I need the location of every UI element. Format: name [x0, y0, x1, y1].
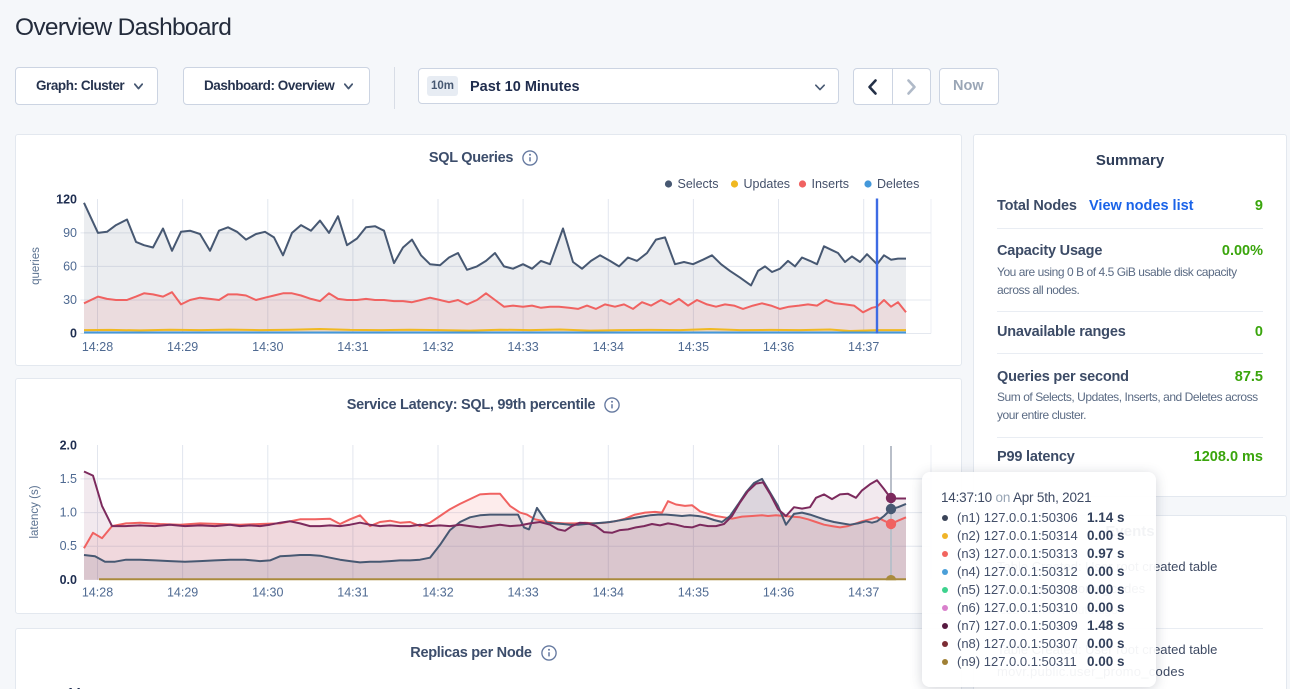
- svg-text:0.0: 0.0: [60, 573, 77, 587]
- svg-text:14:29: 14:29: [167, 340, 198, 354]
- svg-text:Deletes: Deletes: [877, 177, 919, 191]
- svg-text:latency (s): latency (s): [29, 485, 41, 538]
- svg-text:14:28: 14:28: [82, 340, 113, 354]
- svg-text:14:33: 14:33: [507, 340, 538, 354]
- svg-text:14:35: 14:35: [678, 586, 709, 600]
- svg-text:14:28: 14:28: [82, 586, 113, 600]
- svg-text:0: 0: [70, 327, 77, 341]
- svg-text:14:31: 14:31: [337, 586, 368, 600]
- svg-text:14:29: 14:29: [167, 586, 198, 600]
- svg-text:14:35: 14:35: [678, 340, 709, 354]
- svg-text:14:32: 14:32: [422, 586, 453, 600]
- svg-text:2.0: 2.0: [60, 438, 77, 452]
- svg-text:60: 60: [63, 259, 77, 273]
- svg-text:14:34: 14:34: [593, 586, 624, 600]
- svg-text:Updates: Updates: [744, 177, 791, 191]
- svg-text:14:36: 14:36: [763, 340, 794, 354]
- svg-text:14:37: 14:37: [848, 586, 879, 600]
- svg-text:queries: queries: [30, 247, 42, 285]
- svg-text:14:33: 14:33: [507, 586, 538, 600]
- svg-text:Selects: Selects: [678, 177, 719, 191]
- svg-text:14:31: 14:31: [337, 340, 368, 354]
- svg-text:14:30: 14:30: [252, 340, 283, 354]
- svg-text:14:30: 14:30: [252, 586, 283, 600]
- svg-text:14:36: 14:36: [763, 586, 794, 600]
- svg-text:14:34: 14:34: [593, 340, 624, 354]
- svg-text:Inserts: Inserts: [812, 177, 850, 191]
- svg-text:1.5: 1.5: [60, 472, 77, 486]
- svg-text:14:32: 14:32: [422, 340, 453, 354]
- svg-text:0.5: 0.5: [60, 539, 77, 553]
- svg-text:30: 30: [63, 293, 77, 307]
- svg-text:1.0: 1.0: [60, 506, 77, 520]
- svg-text:120: 120: [56, 192, 77, 206]
- svg-text:14:37: 14:37: [848, 340, 879, 354]
- svg-text:90: 90: [63, 226, 77, 240]
